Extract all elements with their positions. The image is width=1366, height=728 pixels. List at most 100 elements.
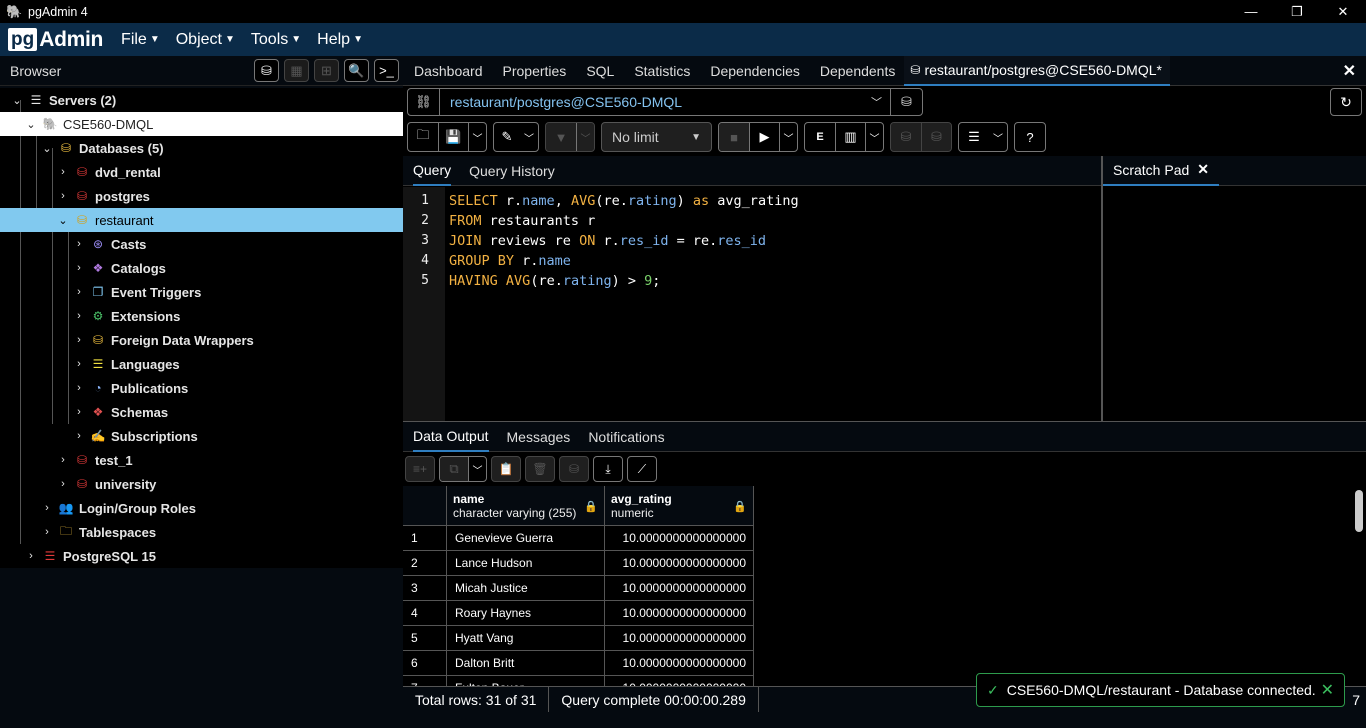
grid-column-header[interactable]: avg_rating numeric 🔒	[605, 486, 754, 526]
chevron-down-icon[interactable]: ﹀	[779, 123, 797, 151]
filter-icon[interactable]: ▼	[546, 123, 576, 151]
macros-list-icon[interactable]: ☰	[959, 123, 989, 151]
tab-dependents[interactable]: Dependents	[820, 56, 896, 86]
minimize-button[interactable]: —	[1228, 0, 1274, 23]
menu-file[interactable]: File ▼	[121, 31, 160, 49]
tree-node-casts[interactable]: › ⊛ Casts	[0, 232, 403, 256]
tree-node-subscriptions[interactable]: › ✍ Subscriptions	[0, 424, 403, 448]
chevron-right-icon[interactable]: ›	[72, 262, 86, 274]
tree-node-foreign-data-wrappers[interactable]: › ⛁ Foreign Data Wrappers	[0, 328, 403, 352]
rollback-icon[interactable]: ⛁	[921, 123, 951, 151]
help-icon[interactable]: ?	[1015, 123, 1045, 151]
row-number[interactable]: 3	[403, 576, 447, 601]
search-icon[interactable]: 🔍	[344, 59, 369, 82]
cell-name[interactable]: Dalton Britt	[447, 651, 605, 676]
cell-name[interactable]: Micah Justice	[447, 576, 605, 601]
sql-editor[interactable]: 1 2 3 4 5 SELECT r.name, AVG(re.rating) …	[403, 187, 1101, 421]
chevron-right-icon[interactable]: ›	[72, 238, 86, 250]
close-window-button[interactable]: ✕	[1320, 0, 1366, 23]
chevron-down-icon[interactable]: ⌄	[10, 94, 24, 107]
chevron-down-icon[interactable]: ﹀	[989, 123, 1007, 151]
chevron-right-icon[interactable]: ›	[72, 310, 86, 322]
cell-name[interactable]: Roary Haynes	[447, 601, 605, 626]
tab-messages[interactable]: Messages	[507, 422, 571, 452]
query-tool-icon[interactable]: ⛁	[254, 59, 279, 82]
explain-analyze-icon[interactable]: ▥	[835, 123, 865, 151]
row-number[interactable]: 4	[403, 601, 447, 626]
stop-icon[interactable]: ■	[719, 123, 749, 151]
chevron-down-icon[interactable]: ﹀	[865, 123, 883, 151]
tree-node-login-group-roles[interactable]: › 👥 Login/Group Roles	[0, 496, 403, 520]
psql-terminal-icon[interactable]: >_	[374, 59, 399, 82]
delete-icon[interactable]: 🗑	[525, 456, 555, 482]
tree-node-languages[interactable]: › ☰ Languages	[0, 352, 403, 376]
chevron-down-icon[interactable]: ⌄	[56, 214, 70, 227]
tab-properties[interactable]: Properties	[503, 56, 567, 86]
tree-node-tablespaces[interactable]: › 🗀 Tablespaces	[0, 520, 403, 544]
tab-query-tool[interactable]: ⛁ restaurant/postgres@CSE560-DMQL*	[904, 55, 1170, 86]
chevron-down-icon[interactable]: ⌄	[40, 142, 54, 155]
tree-node-databases[interactable]: ⌄ ⛁ Databases (5)	[0, 136, 403, 160]
add-row-icon[interactable]: ≡+	[405, 456, 435, 482]
edit-pencil-icon[interactable]: ✎	[494, 123, 520, 151]
tree-node-schemas[interactable]: › ❖ Schemas	[0, 400, 403, 424]
chevron-right-icon[interactable]: ›	[72, 382, 86, 394]
tab-sql[interactable]: SQL	[586, 56, 614, 86]
menu-object[interactable]: Object ▼	[176, 31, 235, 49]
cell-avg-rating[interactable]: 10.0000000000000000	[605, 576, 754, 601]
view-data-icon[interactable]: ▦	[284, 59, 309, 82]
tree-node-university[interactable]: › ⛁ university	[0, 472, 403, 496]
tree-node-test-1[interactable]: › ⛁ test_1	[0, 448, 403, 472]
cell-avg-rating[interactable]: 10.0000000000000000	[605, 626, 754, 651]
row-number[interactable]: 6	[403, 651, 447, 676]
close-icon[interactable]: ✕	[1321, 680, 1334, 700]
chevron-right-icon[interactable]: ›	[40, 526, 54, 538]
filtered-rows-icon[interactable]: ⊞	[314, 59, 339, 82]
commit-icon[interactable]: ⛁	[891, 123, 921, 151]
tab-statistics[interactable]: Statistics	[634, 56, 690, 86]
tab-data-output[interactable]: Data Output	[413, 422, 489, 452]
close-icon[interactable]: ✕	[1197, 161, 1209, 178]
chevron-down-icon[interactable]: ﹀	[871, 94, 882, 110]
save-data-icon[interactable]: ⛁	[559, 456, 589, 482]
tree-node-cse560-dmql[interactable]: ⌄ 🐘 CSE560-DMQL	[0, 112, 403, 136]
tree-node-dvd-rental[interactable]: › ⛁ dvd_rental	[0, 160, 403, 184]
refresh-icon[interactable]: ↻	[1330, 88, 1362, 116]
connection-selector[interactable]: ⛓ restaurant/postgres@CSE560-DMQL ﹀ ⛁	[407, 88, 923, 116]
chevron-right-icon[interactable]: ›	[72, 430, 86, 442]
tab-dependencies[interactable]: Dependencies	[710, 56, 800, 86]
menu-help[interactable]: Help ▼	[317, 31, 363, 49]
chevron-down-icon[interactable]: ﹀	[468, 457, 486, 481]
copy-icon[interactable]: ⧉	[440, 457, 468, 481]
row-number[interactable]: 5	[403, 626, 447, 651]
chevron-right-icon[interactable]: ›	[56, 190, 70, 202]
tab-notifications[interactable]: Notifications	[588, 422, 664, 452]
tree-node-catalogs[interactable]: › ❖ Catalogs	[0, 256, 403, 280]
chevron-right-icon[interactable]: ›	[56, 166, 70, 178]
row-number[interactable]: 2	[403, 551, 447, 576]
close-tab-icon[interactable]: ✕	[1343, 61, 1356, 81]
tree-node-servers[interactable]: ⌄ ☰ Servers (2)	[0, 88, 403, 112]
row-number[interactable]: 1	[403, 526, 447, 551]
tab-query-history[interactable]: Query History	[469, 156, 555, 186]
cell-avg-rating[interactable]: 10.0000000000000000	[605, 651, 754, 676]
chevron-right-icon[interactable]: ›	[72, 358, 86, 370]
chevron-down-icon[interactable]: ⌄	[24, 118, 38, 131]
cell-avg-rating[interactable]: 10.0000000000000000	[605, 526, 754, 551]
chevron-down-icon[interactable]: ﹀	[520, 123, 538, 151]
tab-dashboard[interactable]: Dashboard	[414, 56, 483, 86]
database-icon[interactable]: ⛁	[890, 89, 922, 115]
tree-node-postgresql-15[interactable]: › ☰ PostgreSQL 15	[0, 544, 403, 568]
download-icon[interactable]: ⤓	[593, 456, 623, 482]
row-number[interactable]: 7	[403, 676, 447, 686]
tree-node-restaurant[interactable]: ⌄ ⛁ restaurant	[0, 208, 403, 232]
cell-name[interactable]: Hyatt Vang	[447, 626, 605, 651]
cell-avg-rating[interactable]: 10.0000000000000000	[605, 551, 754, 576]
open-file-icon[interactable]: 🗀	[408, 123, 438, 151]
save-file-icon[interactable]: 💾	[438, 123, 468, 151]
paste-icon[interactable]: 📋	[491, 456, 521, 482]
cell-name[interactable]: Fulton Bauer	[447, 676, 605, 686]
tree-node-extensions[interactable]: › ⚙ Extensions	[0, 304, 403, 328]
chevron-right-icon[interactable]: ›	[40, 502, 54, 514]
tree-node-event-triggers[interactable]: › ❐ Event Triggers	[0, 280, 403, 304]
